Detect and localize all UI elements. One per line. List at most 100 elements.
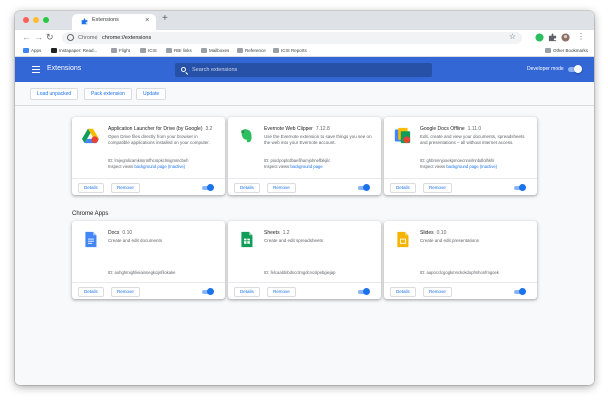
profile-avatar[interactable]: [561, 33, 570, 42]
bookmark-flight[interactable]: Flight: [111, 47, 130, 55]
remove-button[interactable]: Remove: [111, 183, 140, 193]
folder-icon: [273, 48, 279, 53]
app-description: Create and edit presentations: [420, 238, 480, 243]
docs-offline-icon: [394, 127, 411, 144]
details-button[interactable]: Details: [390, 287, 416, 297]
bookmark-reference[interactable]: Reference: [237, 47, 266, 55]
extension-description: Use the Evernote extension to save thing…: [264, 134, 372, 145]
extension-version: 7.12.8: [315, 126, 330, 132]
app-card-sheets: Sheets 1.2 Create and edit spreadsheets I…: [228, 221, 381, 299]
url-text[interactable]: chrome://extensions: [102, 35, 151, 41]
slides-icon: [397, 231, 409, 248]
evernote-toolbar-icon[interactable]: [535, 33, 544, 42]
app-name: Slides 0.10: [420, 230, 447, 236]
forward-icon[interactable]: →: [34, 32, 43, 42]
app-id: ID: aohghmighlieiainnegkcijnfilokake: [108, 270, 176, 275]
chrome-menu-icon[interactable]: ⋮: [577, 32, 585, 42]
extension-version: 3.2: [205, 126, 213, 132]
enable-toggle[interactable]: [358, 184, 370, 191]
extension-card-docs-offline: Google Docs Offline 1.11.0 Edit, create a…: [384, 117, 537, 195]
developer-toolbar: Load unpacked Pack extension Update: [15, 82, 594, 106]
extensions-page: Extensions Developer mode Load unpacked …: [15, 57, 594, 385]
bookmark-icis[interactable]: ICIS: [140, 47, 157, 55]
extension-id: ID: lmjegmlicamkimrmfhcmpkclmigmmcbeh: [108, 158, 189, 163]
app-name: Docs 0.10: [108, 230, 133, 236]
details-button[interactable]: Details: [78, 183, 104, 193]
search-icon: [181, 67, 186, 72]
browser-toolbar: ← → ↻ Chrome | chrome://extensions ☆ ⋮: [15, 30, 594, 46]
update-button[interactable]: Update: [136, 88, 167, 100]
remove-button[interactable]: Remove: [423, 183, 452, 193]
bookmark-mailboxes[interactable]: Mailboxes: [201, 47, 229, 55]
search-box[interactable]: [175, 63, 432, 77]
bookmark-rbi-links[interactable]: RBI links: [166, 47, 192, 55]
reload-icon[interactable]: ↻: [46, 32, 54, 42]
instapaper-icon: [51, 48, 57, 53]
background-page-link[interactable]: background page (Inactive): [134, 164, 185, 169]
search-input[interactable]: [192, 65, 422, 75]
new-tab-button[interactable]: +: [162, 13, 168, 24]
site-info-icon[interactable]: [67, 34, 74, 41]
enable-toggle[interactable]: [202, 288, 214, 295]
back-icon[interactable]: ←: [22, 32, 31, 42]
app-version: 0.10: [436, 230, 447, 236]
enable-toggle[interactable]: [514, 184, 526, 191]
url-scheme-label: Chrome: [78, 35, 98, 41]
address-bar[interactable]: Chrome | chrome://extensions ☆: [62, 32, 522, 44]
remove-button[interactable]: Remove: [111, 287, 140, 297]
developer-mode-label: Developer mode: [527, 66, 564, 72]
page-title: Extensions: [47, 65, 82, 72]
remove-button[interactable]: Remove: [423, 287, 452, 297]
inspect-views: Inspect views background page (Inactive): [108, 164, 186, 169]
remove-button[interactable]: Remove: [267, 183, 296, 193]
background-page-link[interactable]: background page: [290, 164, 322, 169]
bookmark-star-icon[interactable]: ☆: [509, 32, 516, 41]
background-page-link[interactable]: background page (Inactive): [446, 164, 497, 169]
app-description: Create and edit documents: [108, 238, 163, 243]
url-separator: |: [96, 35, 98, 41]
bookmark-icis-reports[interactable]: ICIS Reports: [273, 47, 307, 55]
tab-title: Extensions: [92, 17, 119, 23]
developer-mode-toggle[interactable]: [568, 65, 582, 73]
extension-card-drive: Application Launcher for Drive (by Googl…: [72, 117, 225, 195]
extension-description: Open Drive files directly from your brow…: [108, 134, 210, 145]
pack-extension-button[interactable]: Pack extension: [84, 88, 132, 100]
details-button[interactable]: Details: [78, 287, 104, 297]
enable-toggle[interactable]: [514, 288, 526, 295]
extension-description: Edit, create and view your documents, sp…: [420, 134, 525, 145]
folder-icon: [140, 48, 146, 53]
folder-icon: [166, 48, 172, 53]
drive-icon: [82, 128, 99, 144]
details-button[interactable]: Details: [390, 183, 416, 193]
bookmark-instapaper[interactable]: Instapaper: Read...: [51, 47, 97, 55]
extensions-header: Extensions Developer mode: [15, 57, 594, 82]
app-id: ID: felcaaldnbdncclmgdcncolpebgiejap: [264, 270, 336, 275]
enable-toggle[interactable]: [358, 288, 370, 295]
remove-button[interactable]: Remove: [267, 287, 296, 297]
app-card-docs: Docs 0.10 Create and edit documents ID: a…: [72, 221, 225, 299]
zoom-window-button[interactable]: [43, 17, 49, 23]
extension-name: Google Docs Offline 1.11.0: [420, 126, 482, 132]
extensions-puzzle-icon[interactable]: [548, 33, 557, 42]
details-button[interactable]: Details: [234, 287, 260, 297]
inspect-views: Inspect views background page: [264, 164, 323, 169]
enable-toggle[interactable]: [202, 184, 214, 191]
bookmark-other[interactable]: Other Bookmarks: [545, 47, 588, 55]
minimize-window-button[interactable]: [33, 17, 39, 23]
extension-name: Evernote Web Clipper 7.12.8: [264, 126, 330, 132]
sheets-icon: [241, 231, 253, 248]
close-window-button[interactable]: [23, 17, 29, 23]
tab-strip: Extensions × +: [15, 11, 594, 30]
tab-close-icon[interactable]: ×: [145, 15, 149, 24]
app-description: Create and edit spreadsheets: [264, 238, 324, 243]
app-card-slides: Slides 0.10 Create and edit presentations…: [384, 221, 537, 299]
card-footer: Details Remove: [228, 282, 381, 299]
details-button[interactable]: Details: [234, 183, 260, 193]
hamburger-menu-icon[interactable]: [32, 66, 40, 73]
load-unpacked-button[interactable]: Load unpacked: [30, 88, 79, 100]
card-footer: Details Remove: [72, 178, 225, 195]
tab-extensions[interactable]: Extensions ×: [72, 14, 156, 30]
app-version: 1.2: [282, 230, 290, 236]
card-footer: Details Remove: [384, 282, 537, 299]
bookmark-apps[interactable]: Apps: [23, 47, 41, 55]
